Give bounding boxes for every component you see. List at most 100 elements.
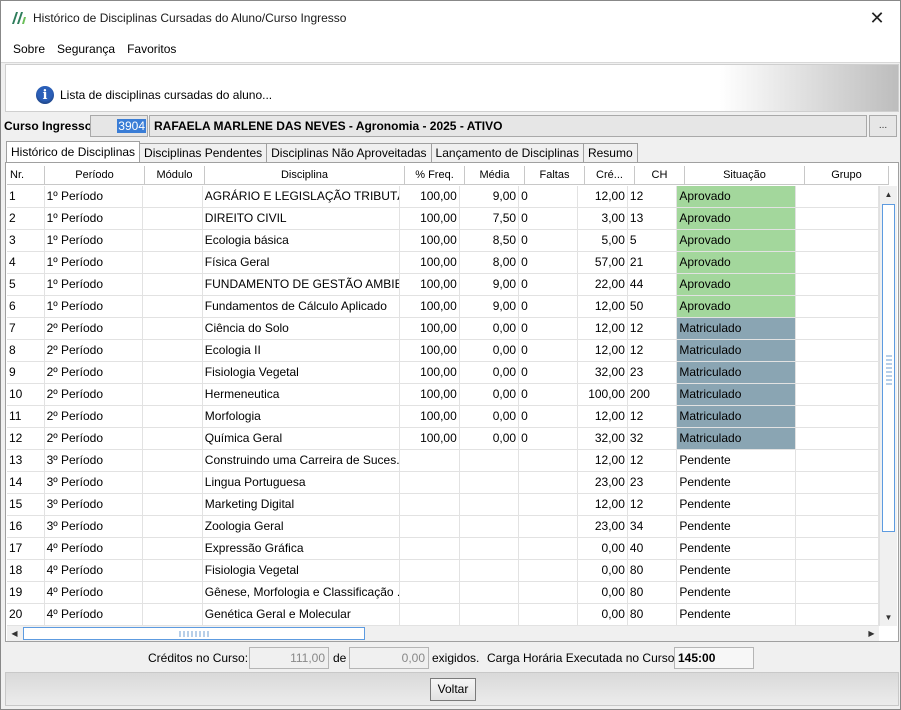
cell-periodo: 3º Período xyxy=(44,494,144,516)
table-row[interactable]: 17 4º Período Expressão Gráfica 0,00 40 Pende… xyxy=(7,538,879,560)
table-row[interactable]: 19 4º Período Gênese, Morfologia e Classif… xyxy=(7,582,879,604)
column-header-grupo[interactable]: Grupo xyxy=(805,166,889,185)
cell-situacao: Matriculado xyxy=(677,318,796,340)
horizontal-scroll-thumb[interactable] xyxy=(23,627,365,640)
cell-faltas: 0 xyxy=(519,318,579,340)
cell-disciplina: Gênese, Morfologia e Classificação ... xyxy=(202,582,401,604)
cell-faltas xyxy=(519,472,579,494)
scroll-up-icon[interactable]: ▲ xyxy=(880,186,897,203)
table-row[interactable]: 14 3º Período Lingua Portuguesa 23,00 23 Pend… xyxy=(7,472,879,494)
curso-lookup-button[interactable]: ... xyxy=(869,115,897,137)
column-header-modulo[interactable]: Módulo xyxy=(145,166,205,185)
cell-creditos: 32,00 xyxy=(578,362,628,384)
cell-periodo: 2º Período xyxy=(44,340,144,362)
table-row[interactable]: 18 4º Período Fisiologia Vegetal 0,00 80 Pend… xyxy=(7,560,879,582)
column-header-media[interactable]: Média xyxy=(465,166,525,185)
column-header-periodo[interactable]: Período xyxy=(45,166,145,185)
cell-ch: 23 xyxy=(627,362,678,384)
info-text: Lista de disciplinas cursadas do aluno..… xyxy=(60,88,273,102)
table-row[interactable]: 7 2º Período Ciência do Solo 100,00 0,00 0 12,… xyxy=(7,318,879,340)
column-header-situacao[interactable]: Situação xyxy=(685,166,805,185)
cell-ch: 5 xyxy=(627,230,678,252)
tab-disciplinas-nao-aproveitadas[interactable]: Disciplinas Não Aproveitadas xyxy=(266,143,432,162)
cell-freq xyxy=(400,516,460,538)
cell-faltas: 0 xyxy=(519,384,579,406)
cell-ch: 21 xyxy=(627,252,678,274)
column-header-ch[interactable]: CH xyxy=(635,166,685,185)
tab-historico-disciplinas[interactable]: Histórico de Disciplinas xyxy=(6,141,141,162)
cell-periodo: 4º Período xyxy=(44,604,144,626)
cell-creditos: 57,00 xyxy=(578,252,628,274)
vertical-scroll-thumb[interactable] xyxy=(882,204,895,532)
cell-freq: 100,00 xyxy=(400,384,460,406)
cell-periodo: 4º Período xyxy=(44,560,144,582)
curso-code-field[interactable]: 3904 xyxy=(90,115,148,137)
vertical-scrollbar[interactable]: ▲ ▼ xyxy=(879,186,897,626)
cell-situacao: Matriculado xyxy=(677,384,796,406)
cell-ch: 44 xyxy=(627,274,678,296)
table-row[interactable]: 15 3º Período Marketing Digital 12,00 12 Pend… xyxy=(7,494,879,516)
close-button[interactable]: ✕ xyxy=(854,1,900,35)
column-header-faltas[interactable]: Faltas xyxy=(525,166,585,185)
table-row[interactable]: 3 1º Período Ecologia básica 100,00 8,50 0 5,0… xyxy=(7,230,879,252)
scroll-down-icon[interactable]: ▼ xyxy=(880,609,897,626)
cell-nr: 18 xyxy=(7,560,45,582)
cell-ch: 80 xyxy=(627,604,678,626)
cell-disciplina: Fisiologia Vegetal xyxy=(202,560,401,582)
cell-grupo xyxy=(795,318,879,340)
table-row[interactable]: 5 1º Período FUNDAMENTO DE GESTÃO AMBIE...… xyxy=(7,274,879,296)
curso-ingresso-row: Curso Ingresso: 3904 RAFAELA MARLENE DAS… xyxy=(1,115,900,137)
column-header-freq[interactable]: % Freq. xyxy=(405,166,465,185)
cell-ch: 23 xyxy=(627,472,678,494)
table-row[interactable]: 11º Período AGRÁRIO E LEGISLAÇÃO TRIBUTÁR… xyxy=(7,186,879,208)
tab-resumo[interactable]: Resumo xyxy=(582,143,638,162)
cell-media: 8,00 xyxy=(459,252,520,274)
cell-modulo xyxy=(143,252,203,274)
table-row[interactable]: 9 2º Período Fisiologia Vegetal 100,00 0,00 0… xyxy=(7,362,879,384)
tab-disciplinas-pendentes[interactable]: Disciplinas Pendentes xyxy=(139,143,268,162)
cell-creditos: 12,00 xyxy=(578,186,628,208)
table-row[interactable]: 13 3º Período Construindo uma Carreira de … xyxy=(7,450,879,472)
tab-lancamento-disciplinas[interactable]: Lançamento de Disciplinas xyxy=(430,143,584,162)
scroll-left-icon[interactable]: ◀ xyxy=(7,626,22,641)
menu-sobre[interactable]: Sobre xyxy=(7,42,51,56)
table-row[interactable]: 10 2º Período Hermeneutica 100,00 0,00 0 100,0… xyxy=(7,384,879,406)
table-row[interactable]: 20 4º Período Genética Geral e Molecular 0,… xyxy=(7,604,879,626)
table-row[interactable]: 4 1º Período Física Geral 100,00 8,00 0 57,00 2… xyxy=(7,252,879,274)
cell-grupo xyxy=(795,230,879,252)
curso-ingresso-label: Curso Ingresso: xyxy=(4,119,97,133)
cell-periodo: 2º Período xyxy=(44,428,144,450)
table-row[interactable]: 6 1º Período Fundamentos de Cálculo Aplica… xyxy=(7,296,879,318)
table-row[interactable]: 16 3º Período Zoologia Geral 23,00 34 Pendent… xyxy=(7,516,879,538)
cell-faltas: 0 xyxy=(519,208,579,230)
cell-grupo xyxy=(795,296,879,318)
grid-header: Nr. Período Módulo Disciplina% Freq. Média Fa… xyxy=(7,166,889,185)
cell-periodo: 2º Período xyxy=(44,384,144,406)
carga-horaria-field: 145:00 xyxy=(674,647,754,669)
menu-seguranca[interactable]: Segurança xyxy=(51,42,121,56)
cell-creditos: 0,00 xyxy=(578,604,628,626)
cell-situacao: Pendente xyxy=(677,472,796,494)
table-row[interactable]: 11 2º Período Morfologia 100,00 0,00 0 12,00 12… xyxy=(7,406,879,428)
cell-disciplina: Física Geral xyxy=(202,252,401,274)
menu-favoritos[interactable]: Favoritos xyxy=(121,42,182,56)
cell-nr: 2 xyxy=(7,208,45,230)
column-header-disciplina[interactable]: Disciplina xyxy=(205,166,405,185)
table-row[interactable]: 2 1º Período DIREITO CIVIL 100,00 7,50 0 3,00 1… xyxy=(7,208,879,230)
voltar-button[interactable]: Voltar xyxy=(430,678,476,701)
table-row[interactable]: 8 2º Período Ecologia II 100,00 0,00 0 12,00 12… xyxy=(7,340,879,362)
cell-modulo xyxy=(143,362,203,384)
cell-media xyxy=(459,450,520,472)
cell-periodo: 2º Período xyxy=(44,362,144,384)
scroll-right-icon[interactable]: ▶ xyxy=(864,626,879,641)
cell-creditos: 23,00 xyxy=(578,516,628,538)
table-row[interactable]: 12 2º Período Química Geral 100,00 0,00 0 32,0… xyxy=(7,428,879,450)
column-header-creditos[interactable]: Cré... xyxy=(585,166,635,185)
tab-strip: Histórico de Disciplinas Disciplinas Pen… xyxy=(6,141,638,162)
bottom-bar: Voltar xyxy=(5,672,899,706)
cell-disciplina: Lingua Portuguesa xyxy=(202,472,401,494)
column-header-nr[interactable]: Nr. xyxy=(7,166,45,185)
cell-freq: 100,00 xyxy=(400,406,460,428)
horizontal-scrollbar[interactable]: ◀ ▶ xyxy=(7,626,879,641)
cell-nr: 11 xyxy=(7,406,45,428)
